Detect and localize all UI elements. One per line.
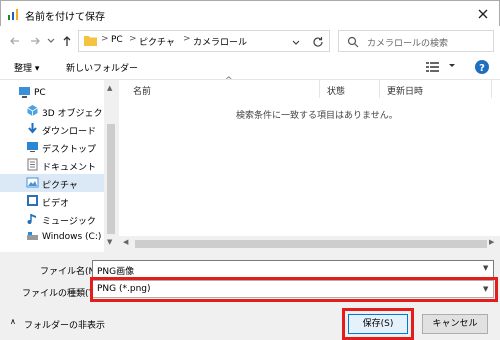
sidebar-item-downloads[interactable]: ダウンロード [0,120,104,138]
navigation-bar: > PC > ピクチャ > カメラロール カメラロールの検索 [0,26,500,56]
new-folder-button[interactable]: 新しいフォルダー [66,61,138,74]
folder-icon [84,35,97,46]
save-highlight-box [342,308,414,340]
up-button[interactable] [60,34,74,48]
filetype-highlight-box [90,277,498,302]
file-list: 名前 ^ 状態 更新日時 検索条件に一致する項目はありません。 ◀ ▶ [118,76,500,252]
scroll-up-icon[interactable]: ▲ [107,84,112,92]
hide-folders-label: フォルダーの非表示 [24,321,106,331]
desktop-icon [26,140,39,153]
back-arrow-icon [10,37,19,45]
breadcrumb-separator: > [129,34,137,44]
search-input[interactable]: カメラロールの検索 [338,30,494,52]
empty-message: 検索条件に一致する項目はありません。 [236,111,398,121]
filetype-label: ファイルの種類(T): [22,289,101,299]
sidebar-item-label: ビデオ [42,199,70,209]
title-bar: 名前を付けて保存 [0,0,500,26]
horizontal-scrollbar-thumb[interactable] [135,240,487,248]
sidebar-item-music[interactable]: ミュージック [0,210,104,228]
column-header-name[interactable]: 名前 [133,84,151,97]
breadcrumb-pc[interactable]: PC [111,35,123,45]
sidebar-item-label: ミュージック [42,217,96,227]
column-divider[interactable] [491,80,492,98]
chevron-down-icon [47,38,55,43]
caret-down-icon [449,64,455,67]
column-header-modified[interactable]: 更新日時 [387,84,423,97]
recent-locations-button[interactable] [46,35,60,49]
sidebar-item-pc[interactable]: PC [0,84,104,102]
save-form: ファイル名(N): PNG画像 ▼ ファイルの種類(T): PNG (*.png… [0,252,500,340]
pc-icon [18,86,31,99]
search-placeholder: カメラロールの検索 [367,39,449,49]
sidebar-item-documents[interactable]: ドキュメント [0,156,104,174]
refresh-button[interactable] [311,35,325,49]
sidebar-item-videos[interactable]: ビデオ [0,192,104,210]
sidebar-item-3d-objects[interactable]: 3D オブジェクト [0,102,112,120]
sidebar-item-windows-c[interactable]: Windows (C:) [0,228,104,246]
search-icon [347,36,359,48]
up-arrow-icon [63,36,71,46]
breadcrumb-separator: > [183,34,191,44]
sidebar-item-label: ピクチャ [42,181,78,191]
close-button[interactable] [475,6,491,22]
chevron-down-icon [292,40,300,45]
address-bar[interactable]: > PC > ピクチャ > カメラロール [78,30,330,52]
scroll-down-icon[interactable]: ▼ [107,238,112,246]
sidebar-scrollbar-thumb[interactable] [107,124,115,234]
organize-button[interactable]: 整理 ▾ [14,61,39,74]
chevron-down-icon[interactable]: ▼ [483,264,488,272]
navigation-pane: PC 3D オブジェクト ダウンロード デスクトップ ドキュメント ピクチャ ビ… [0,80,118,252]
forward-button[interactable] [28,34,42,48]
back-button[interactable] [8,34,22,48]
sidebar-item-desktop[interactable]: デスクトップ [0,138,104,156]
refresh-icon [313,37,323,47]
scroll-left-icon[interactable]: ◀ [123,238,128,246]
documents-icon [26,158,39,171]
view-options-icon[interactable] [426,61,439,73]
3d-objects-icon [26,104,39,117]
pictures-icon [26,176,39,189]
sort-caret-icon: ^ [225,76,233,86]
view-dropdown-button[interactable] [447,60,457,70]
sidebar-item-label: ドキュメント [42,163,97,173]
app-icon [7,7,21,21]
filename-value: PNG画像 [97,267,135,277]
video-icon [26,194,39,207]
filename-input[interactable]: PNG画像 ▼ [92,260,494,278]
column-header-status[interactable]: 状態 [327,84,345,97]
command-bar: 整理 ▾ 新しいフォルダー ? [0,56,500,80]
close-icon [478,9,488,19]
forward-arrow-icon [31,37,40,45]
sidebar-item-label: ダウンロード [42,127,97,137]
sidebar-item-pictures[interactable]: ピクチャ [0,174,104,192]
column-divider[interactable] [319,80,320,98]
music-icon [26,212,39,225]
address-dropdown-button[interactable] [289,35,303,49]
svg-text:?: ? [479,63,485,74]
chevron-up-icon: ∧ [10,317,16,326]
sidebar-item-label: Windows (C:) [42,232,102,242]
breadcrumb-camera-roll[interactable]: カメラロール [193,35,247,48]
help-icon: ? [475,60,489,74]
help-button[interactable]: ? [474,59,490,75]
column-divider[interactable] [379,80,380,98]
breadcrumb-separator: > [101,34,109,44]
window-title: 名前を付けて保存 [25,12,105,23]
sidebar-item-label: 3D オブジェクト [42,109,112,119]
download-icon [26,122,39,135]
scroll-right-icon[interactable]: ▶ [489,238,494,246]
cancel-button[interactable]: キャンセル [422,314,488,334]
drive-icon [26,230,39,243]
breadcrumb-pictures[interactable]: ピクチャ [139,35,175,48]
sidebar-item-label: PC [34,88,46,98]
sidebar-item-label: デスクトップ [42,145,97,155]
